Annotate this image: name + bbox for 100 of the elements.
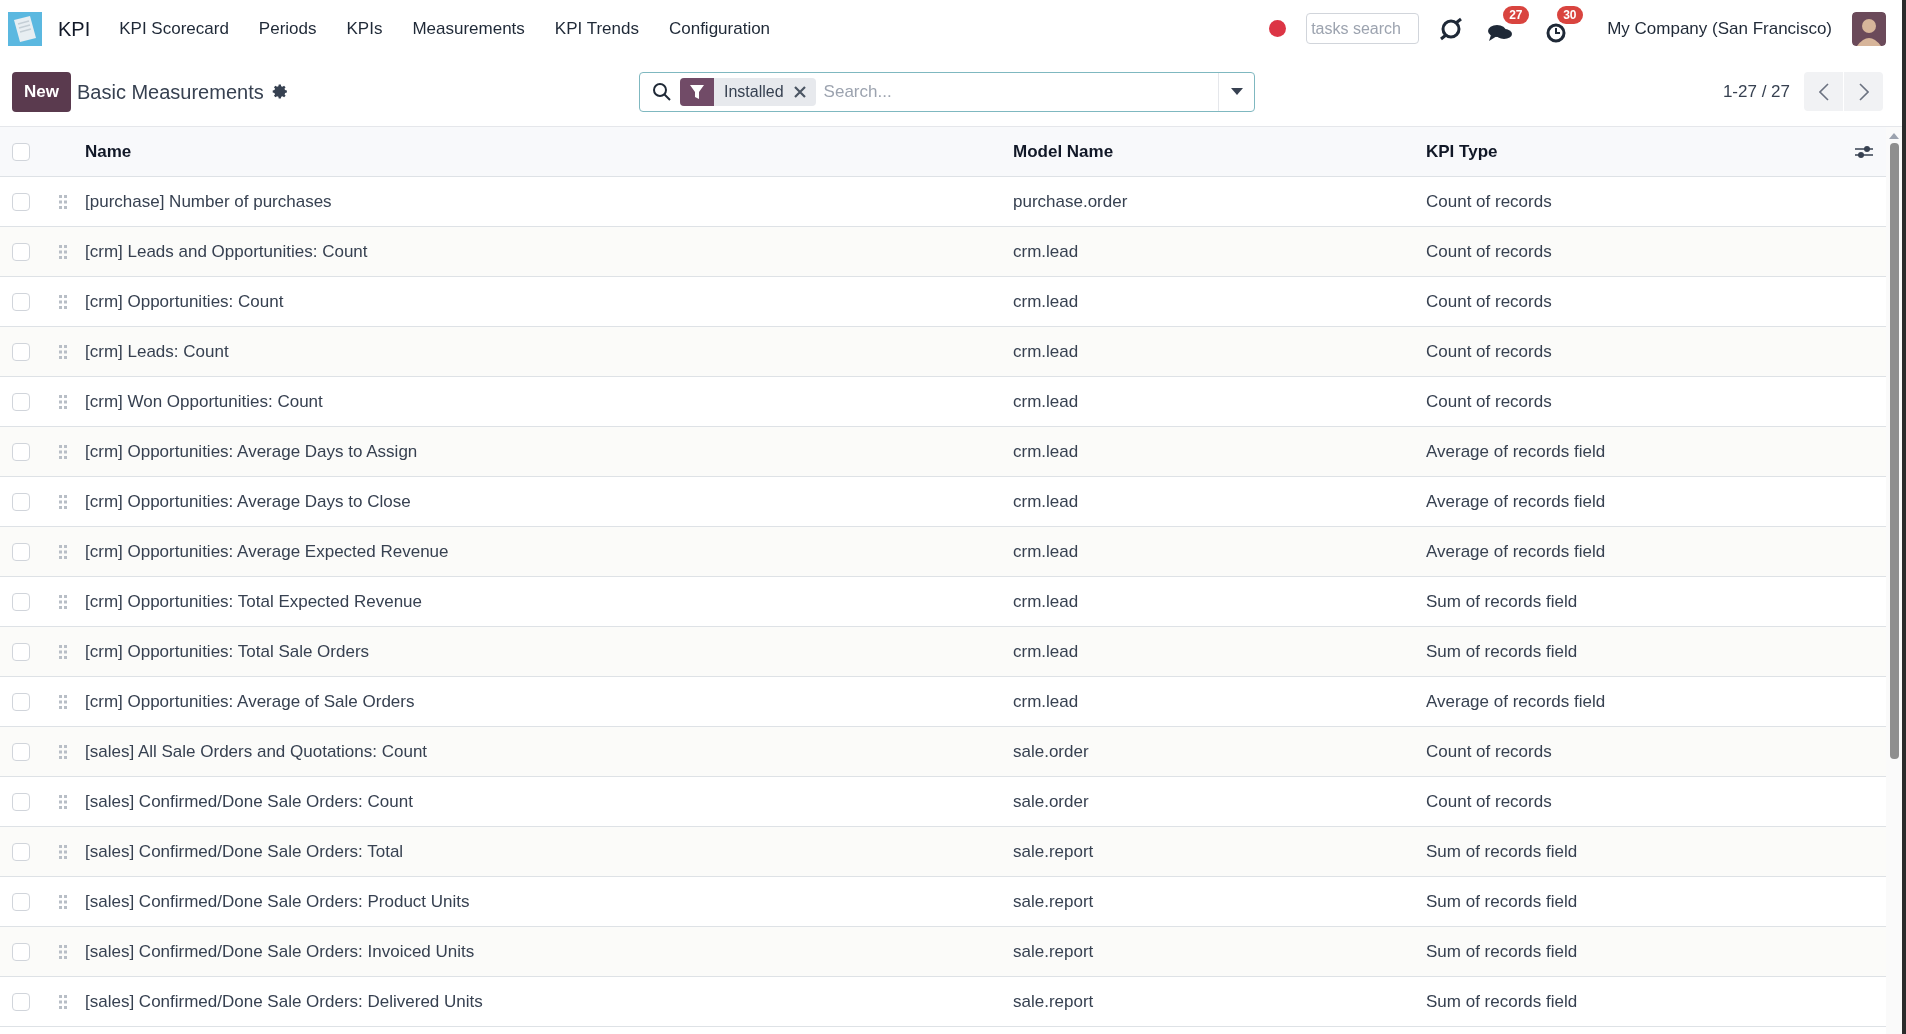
drag-handle-icon[interactable] (59, 694, 67, 709)
chat-ring-icon[interactable] (1439, 16, 1464, 41)
table-cell-text: sale.report (1013, 890, 1095, 913)
table-cell-text: [crm] Leads and Opportunities: Count (85, 240, 369, 263)
drag-handle-icon[interactable] (59, 494, 67, 509)
table-cell-text: Average of records field (1426, 440, 1607, 463)
drag-handle-icon[interactable] (59, 294, 67, 309)
previous-button[interactable] (1804, 72, 1843, 111)
app-logo-icon[interactable] (8, 11, 42, 46)
page-title: Basic Measurements (76, 79, 264, 105)
drag-handle-icon[interactable] (59, 394, 67, 409)
app-name[interactable]: KPI (46, 13, 103, 44)
row-checkbox[interactable] (12, 792, 30, 811)
table-cell-text: Count of records (1426, 390, 1553, 413)
row-checkbox[interactable] (12, 442, 30, 461)
table-cell-text: [crm] Opportunities: Count (85, 290, 285, 313)
scrollbar-thumb[interactable] (1889, 143, 1899, 759)
row-checkbox[interactable] (12, 392, 30, 411)
menu-item[interactable]: Configuration (655, 15, 784, 42)
menu-item[interactable]: Measurements (399, 15, 538, 42)
table-cell-text: Sum of records field (1426, 590, 1579, 613)
chevron-right-icon (1858, 82, 1869, 101)
user-avatar[interactable] (1852, 11, 1886, 46)
column-settings-icon[interactable] (1854, 143, 1874, 160)
table-cell-text: Average of records field (1426, 540, 1607, 563)
table-cell-text: crm.lead (1013, 640, 1080, 663)
row-checkbox[interactable] (12, 492, 30, 511)
settings-icon[interactable] (271, 83, 289, 100)
row-checkbox[interactable] (12, 592, 30, 611)
drag-handle-icon[interactable] (59, 894, 67, 909)
table-cell-text: [sales] Confirmed/Done Sale Orders: Invoiced Units (85, 940, 476, 963)
scroll-up-icon[interactable] (1889, 133, 1899, 139)
menu-item[interactable]: KPIs (333, 15, 396, 42)
drag-handle-icon[interactable] (59, 444, 67, 459)
row-checkbox[interactable] (12, 692, 30, 711)
table-cell-text: Sum of records field (1426, 990, 1579, 1013)
row-checkbox[interactable] (12, 842, 30, 861)
table-cell-text: sale.report (1013, 990, 1095, 1013)
table-cell-text: Sum of records field (1426, 840, 1579, 863)
table-cell-text: Sum of records field (1426, 890, 1579, 913)
column-header[interactable]: KPI Type (1426, 138, 1854, 165)
row-checkbox[interactable] (12, 642, 30, 661)
table-cell-text: [sales] All Sale Orders and Quotations: Count (85, 740, 429, 763)
drag-handle-icon[interactable] (59, 994, 67, 1009)
drag-handle-icon[interactable] (59, 244, 67, 259)
row-checkbox[interactable] (12, 742, 30, 761)
column-header[interactable]: Name (85, 138, 1013, 165)
drag-handle-icon[interactable] (59, 944, 67, 959)
drag-handle-icon[interactable] (59, 544, 67, 559)
caret-icon (1230, 88, 1243, 95)
row-checkbox[interactable] (12, 192, 30, 211)
table-cell-text: crm.lead (1013, 540, 1080, 563)
new-button[interactable]: New (12, 71, 71, 112)
table-cell-text: Sum of records field (1426, 940, 1579, 963)
table-cell-text: [crm] Opportunities: Total Sale Orders (85, 640, 371, 663)
close-icon[interactable] (793, 85, 806, 98)
table-cell-text: crm.lead (1013, 240, 1080, 263)
table-cell-text: [crm] Won Opportunities: Count (85, 390, 324, 413)
row-checkbox[interactable] (12, 942, 30, 961)
table-cell-text: crm.lead (1013, 590, 1080, 613)
search-bar[interactable]: Installed Search... (639, 71, 1255, 112)
filter-facet[interactable]: Installed (680, 77, 816, 106)
tasks-search-field[interactable]: tasks search (1306, 13, 1420, 44)
pager-value[interactable]: 1-27 / 27 (1722, 78, 1790, 105)
scrollbar[interactable] (1886, 127, 1902, 1034)
row-checkbox[interactable] (12, 992, 30, 1011)
table-cell-text: [sales] Confirmed/Done Sale Orders: Product Units (85, 890, 471, 913)
table-cell-text: purchase.order (1013, 190, 1129, 213)
menu-item[interactable]: KPI Scorecard (106, 15, 242, 42)
table-cell-text: [crm] Opportunities: Average of Sale Orders (85, 690, 416, 713)
search-icon[interactable] (652, 81, 672, 102)
table-cell-text: Count of records (1426, 240, 1553, 263)
company-switcher[interactable]: My Company (San Francisco) (1607, 15, 1832, 42)
table-cell-text: [crm] Opportunities: Average Days to Close (85, 490, 412, 513)
row-checkbox[interactable] (12, 542, 30, 561)
drag-handle-icon[interactable] (59, 844, 67, 859)
select-all-checkbox[interactable] (12, 142, 30, 161)
row-checkbox[interactable] (12, 892, 30, 911)
filter-icon (680, 77, 714, 106)
drag-handle-icon[interactable] (59, 344, 67, 359)
table-cell-text: [sales] Confirmed/Done Sale Orders: Count (85, 790, 414, 813)
column-header[interactable]: Model Name (1013, 138, 1426, 165)
next-button[interactable] (1844, 72, 1883, 111)
table-cell-text: [sales] Confirmed/Done Sale Orders: Delivered Units (85, 990, 484, 1013)
drag-handle-icon[interactable] (59, 194, 67, 209)
drag-handle-icon[interactable] (59, 644, 67, 659)
table-cell-text: crm.lead (1013, 690, 1080, 713)
menu-item[interactable]: KPI Trends (541, 15, 652, 42)
drag-handle-icon[interactable] (59, 794, 67, 809)
drag-handle-icon[interactable] (59, 744, 67, 759)
search-field[interactable]: Search... (819, 72, 1218, 111)
row-checkbox[interactable] (12, 292, 30, 311)
clock-icon[interactable] (1545, 21, 1568, 44)
menu-item[interactable]: Periods (245, 15, 330, 42)
row-checkbox[interactable] (12, 242, 30, 261)
drag-handle-icon[interactable] (59, 594, 67, 609)
table-cell-text: [crm] Opportunities: Total Expected Revenue (85, 590, 424, 613)
facet-label: Installed (723, 81, 785, 102)
row-checkbox[interactable] (12, 342, 30, 361)
table-cell-text: Average of records field (1426, 490, 1607, 513)
